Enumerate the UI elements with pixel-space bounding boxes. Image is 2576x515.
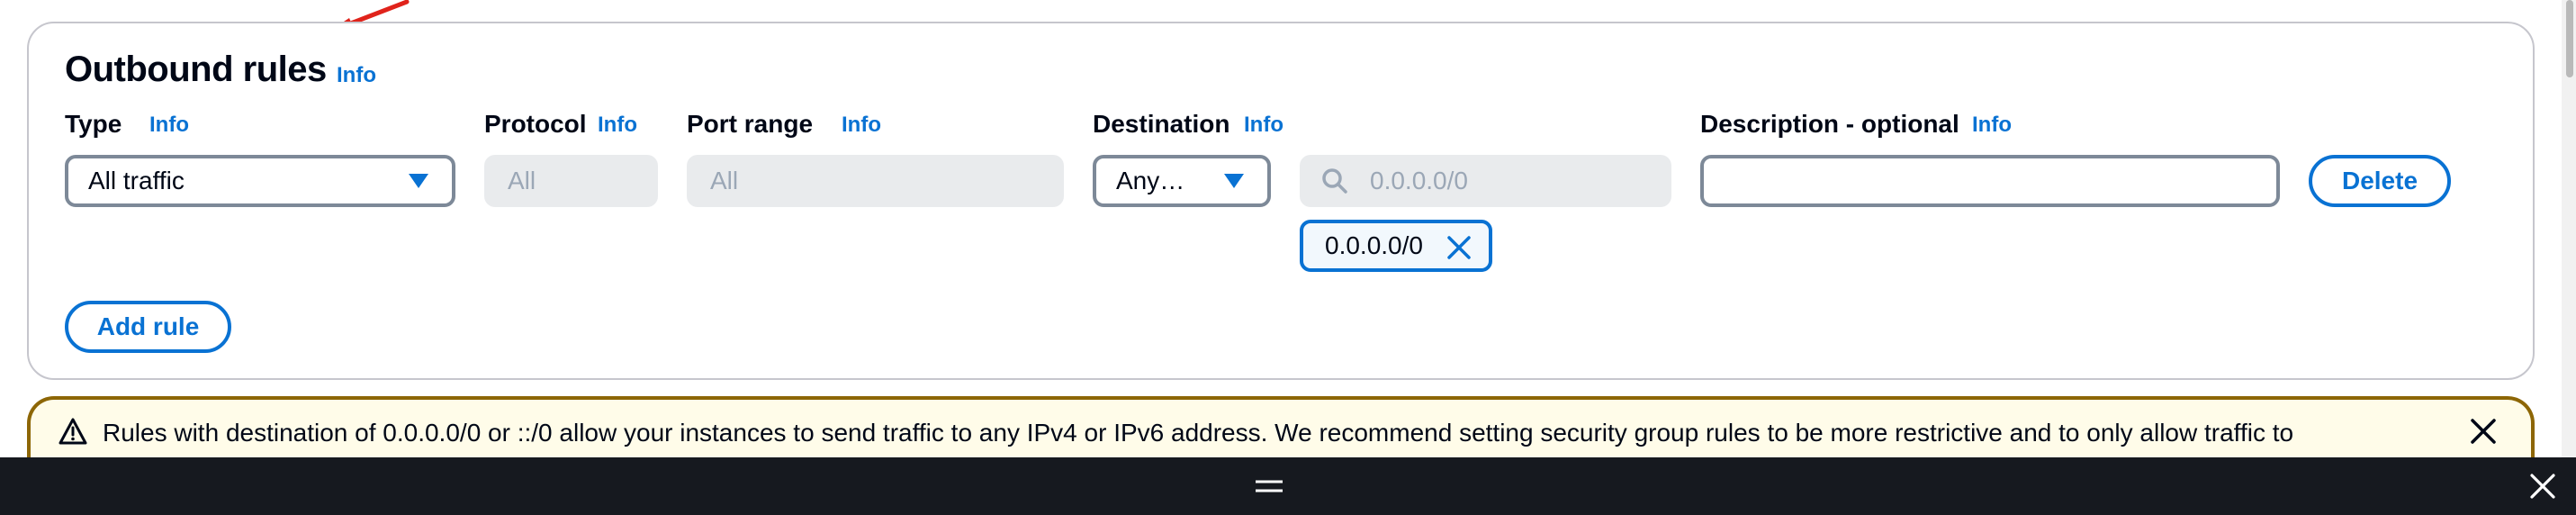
destination-search-placeholder: 0.0.0.0/0	[1370, 167, 1468, 194]
destination-token: 0.0.0.0/0	[1300, 220, 1492, 272]
type-select-value: All traffic	[88, 167, 185, 194]
delete-button-label: Delete	[2341, 167, 2418, 194]
port-range-label: Port range	[687, 110, 814, 138]
description-info-link[interactable]: Info	[1972, 113, 2012, 138]
add-rule-label: Add rule	[96, 312, 200, 340]
bar-close-icon[interactable]	[2529, 473, 2556, 500]
alert-dismiss-close-icon[interactable]	[2470, 418, 2497, 445]
title-info-link[interactable]: Info	[337, 63, 376, 88]
page: Outbound rules Info Type Info Protocol I…	[0, 0, 2576, 515]
destination-info-link[interactable]: Info	[1244, 113, 1283, 138]
port-range-info-link[interactable]: Info	[842, 113, 881, 138]
type-label: Type	[65, 110, 122, 138]
port-range-value: All	[710, 167, 739, 194]
protocol-field: All	[484, 155, 658, 207]
protocol-info-link[interactable]: Info	[598, 113, 637, 138]
destination-select-value: Any…	[1116, 167, 1185, 194]
description-label: Description - optional	[1700, 110, 1959, 138]
destination-label: Destination	[1093, 110, 1230, 138]
drag-handle-icon[interactable]	[1254, 475, 1284, 497]
protocol-label: Protocol	[484, 110, 587, 138]
destination-search-input[interactable]: 0.0.0.0/0	[1300, 155, 1671, 207]
destination-type-select[interactable]: Any…	[1093, 155, 1271, 207]
bottom-panel-bar	[0, 457, 2576, 515]
protocol-value: All	[508, 167, 536, 194]
close-icon[interactable]	[1446, 234, 1473, 261]
warning-icon	[59, 418, 87, 445]
add-rule-button[interactable]: Add rule	[65, 301, 231, 353]
description-input[interactable]	[1700, 155, 2280, 207]
caret-down-icon	[409, 174, 428, 188]
delete-rule-button[interactable]: Delete	[2309, 155, 2451, 207]
search-icon	[1322, 168, 1347, 194]
type-info-link[interactable]: Info	[149, 113, 189, 138]
destination-token-label: 0.0.0.0/0	[1325, 231, 1423, 259]
scrollbar-thumb[interactable]	[2566, 0, 2573, 77]
type-select[interactable]: All traffic	[65, 155, 455, 207]
panel-title: Outbound rules	[65, 50, 327, 89]
alert-message: Rules with destination of 0.0.0.0/0 or :…	[103, 419, 2294, 447]
caret-down-icon	[1224, 174, 1244, 188]
port-range-field: All	[687, 155, 1064, 207]
